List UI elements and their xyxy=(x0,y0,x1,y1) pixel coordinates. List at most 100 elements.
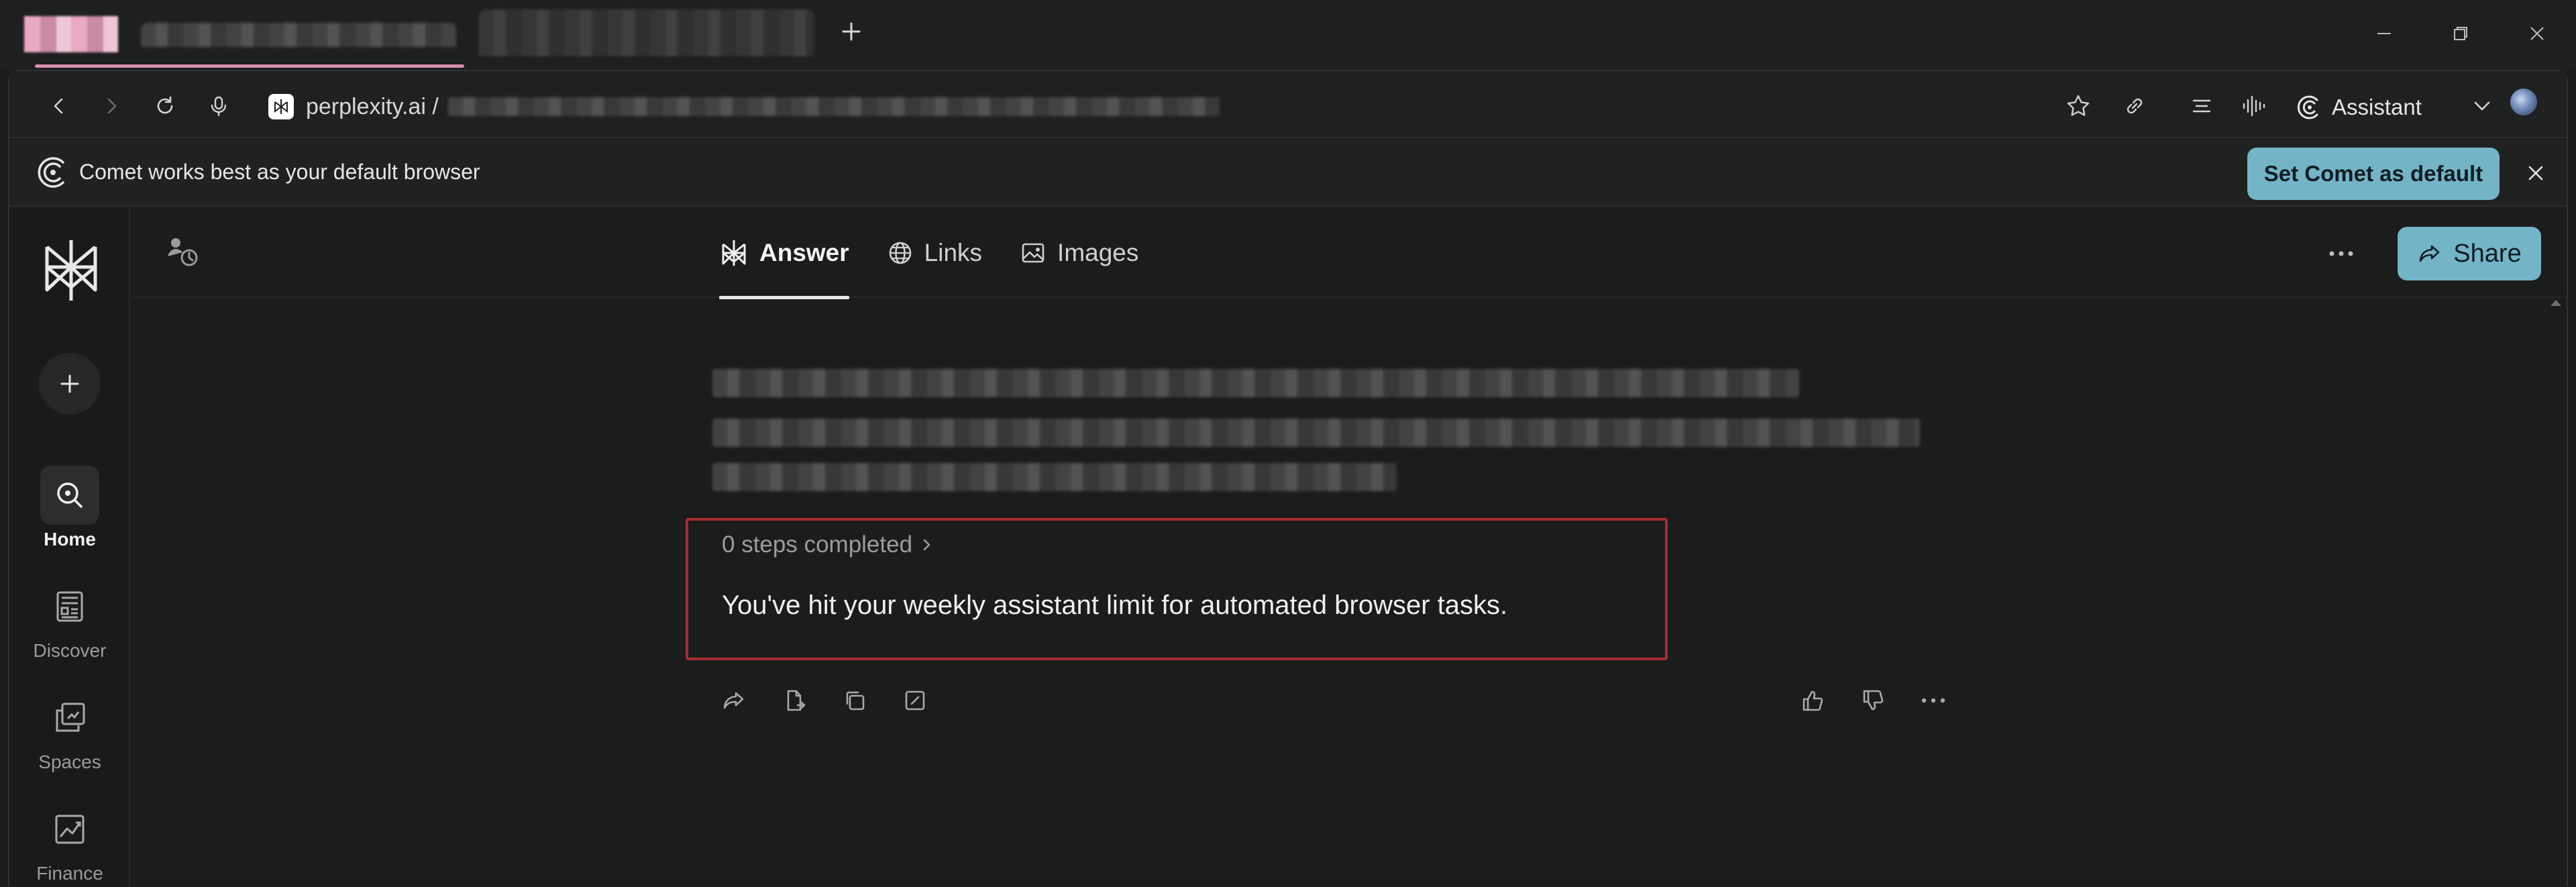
perplexity-logo-icon[interactable] xyxy=(40,238,102,303)
perplexity-logo-icon xyxy=(722,240,746,266)
plus-icon xyxy=(60,374,79,393)
bookmark-button[interactable] xyxy=(2059,87,2097,125)
scroll-up-icon[interactable] xyxy=(2549,298,2563,307)
assistant-label: Assistant xyxy=(2332,95,2422,119)
close-window-button[interactable] xyxy=(2517,15,2557,52)
active-tab-indicator xyxy=(35,64,464,68)
url-domain: perplexity.ai / xyxy=(306,93,439,119)
home-search-icon xyxy=(40,466,99,525)
new-tab-button[interactable] xyxy=(835,15,868,48)
thumbs-down-button[interactable] xyxy=(1854,682,1892,719)
thumbs-up-button[interactable] xyxy=(1794,682,1831,719)
thread-options-button[interactable] xyxy=(2320,235,2363,272)
reload-button[interactable] xyxy=(146,87,184,125)
tab-inactive[interactable] xyxy=(479,9,814,56)
tab-list-dropdown[interactable] xyxy=(2463,87,2501,125)
edit-square-icon xyxy=(905,690,925,711)
sidebar-item-finance[interactable]: Finance xyxy=(9,800,130,884)
tab-images[interactable]: Images xyxy=(1020,208,1138,298)
arrow-right-icon xyxy=(107,98,117,114)
sidebar-item-label: Spaces xyxy=(38,751,101,772)
steps-label: 0 steps completed xyxy=(722,531,913,558)
arrow-left-icon xyxy=(54,98,63,114)
file-export-icon xyxy=(787,690,806,711)
share-arrow-icon xyxy=(2419,245,2440,262)
tab-label: Links xyxy=(924,239,983,266)
reader-menu-button[interactable] xyxy=(2183,87,2220,125)
share-button[interactable]: Share xyxy=(2398,227,2541,280)
query-text-redacted xyxy=(712,419,1920,447)
image-icon xyxy=(1022,243,1044,263)
assistant-result-panel: 0 steps completed You've hit your weekly… xyxy=(686,518,1668,660)
set-default-button[interactable]: Set Comet as default xyxy=(2247,148,2500,200)
star-icon xyxy=(2067,95,2090,116)
tab-label: Images xyxy=(1057,239,1139,266)
site-favicon xyxy=(268,94,294,119)
forward-button[interactable] xyxy=(93,87,130,125)
globe-icon xyxy=(889,242,911,264)
sidebar-item-spaces[interactable]: Spaces xyxy=(9,688,130,773)
finance-icon xyxy=(40,800,99,859)
thumbs-up-icon xyxy=(1803,690,1823,711)
discover-icon xyxy=(40,577,99,636)
sidebar-item-label: Home xyxy=(44,529,96,550)
copy-button[interactable] xyxy=(836,682,873,719)
default-browser-banner: Comet works best as your default browser… xyxy=(9,140,2567,207)
edit-button[interactable] xyxy=(896,682,934,719)
microphone-icon xyxy=(211,96,227,117)
plus-icon xyxy=(842,22,861,41)
restore-button[interactable] xyxy=(2440,15,2481,52)
sidebar-item-label: Discover xyxy=(33,640,107,661)
back-button[interactable] xyxy=(40,87,78,125)
active-tab-favicon[interactable] xyxy=(24,16,118,52)
share-arrow-icon xyxy=(723,692,744,709)
spaces-icon xyxy=(40,688,99,747)
query-text-redacted xyxy=(712,463,1397,491)
more-horizontal-icon xyxy=(1921,698,1945,703)
restore-icon xyxy=(2454,27,2467,40)
comet-logo-icon xyxy=(38,157,64,188)
copy-link-button[interactable] xyxy=(2116,87,2153,125)
comet-logo-icon xyxy=(2297,95,2318,119)
voice-mode-button[interactable] xyxy=(2235,87,2273,125)
banner-close-button[interactable] xyxy=(2517,154,2555,192)
chevron-down-icon xyxy=(2474,101,2490,111)
query-text-redacted xyxy=(712,369,1799,397)
audio-waveform-icon xyxy=(2243,95,2265,117)
perplexity-logo-icon xyxy=(274,99,288,114)
new-thread-button[interactable] xyxy=(39,353,101,415)
result-message: You've hit your weekly assistant limit f… xyxy=(722,590,1508,620)
steps-toggle[interactable]: 0 steps completed xyxy=(722,531,934,558)
reload-icon xyxy=(157,96,173,114)
tab-label: Answer xyxy=(759,239,849,266)
banner-message: Comet works best as your default browser xyxy=(79,160,480,184)
sidebar: Home Discover Spaces Finance xyxy=(9,208,130,887)
profile-avatar[interactable] xyxy=(2510,89,2537,115)
answer-more-button[interactable] xyxy=(1915,682,1952,719)
url-field[interactable]: perplexity.ai / xyxy=(268,90,1220,123)
sidebar-item-label: Finance xyxy=(36,863,103,884)
minimize-icon xyxy=(2377,33,2391,34)
address-bar: perplexity.ai / Assistant xyxy=(9,71,2567,138)
share-label: Share xyxy=(2453,239,2522,268)
thumbs-down-icon xyxy=(1863,690,1884,711)
chevron-right-icon xyxy=(923,539,930,551)
voice-search-button[interactable] xyxy=(200,87,237,125)
link-icon xyxy=(2127,98,2143,114)
sidebar-item-discover[interactable]: Discover xyxy=(9,577,130,662)
export-button[interactable] xyxy=(775,682,813,719)
thread-header: Answer Links Images Share xyxy=(131,208,2567,299)
more-horizontal-icon xyxy=(2329,251,2353,256)
user-history-icon xyxy=(168,238,198,266)
share-answer-button[interactable] xyxy=(715,682,753,719)
tab-answer[interactable]: Answer xyxy=(719,208,849,299)
sidebar-item-home[interactable]: Home xyxy=(9,466,130,550)
thread-history-button[interactable] xyxy=(156,232,209,272)
content-tabs: Answer Links Images xyxy=(719,208,1138,299)
copy-icon xyxy=(846,691,865,711)
active-tab-title[interactable] xyxy=(141,23,456,47)
minimize-button[interactable] xyxy=(2364,15,2404,52)
tab-links[interactable]: Links xyxy=(887,208,982,298)
assistant-button[interactable]: Assistant xyxy=(2297,89,2422,126)
close-icon xyxy=(2530,27,2544,40)
